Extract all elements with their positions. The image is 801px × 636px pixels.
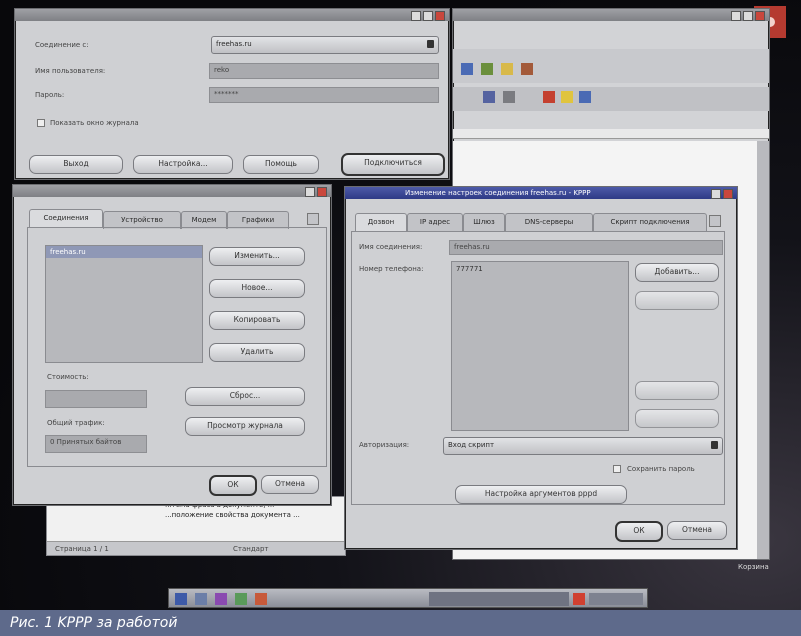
phone-number-list[interactable]: 777771 — [451, 261, 629, 431]
editor-scrollbar[interactable] — [757, 141, 769, 559]
pppd-arguments-button[interactable]: Настройка аргументов pppd — [455, 485, 627, 504]
editor-toolbar-2 — [453, 87, 769, 111]
kppp-config-window: Соединения Устройство Модем Графики free… — [12, 184, 332, 506]
trash-label: Корзина — [738, 563, 769, 571]
status-bar: Страница 1 / 1 Стандарт — [47, 541, 345, 555]
account-item[interactable]: freehas.ru — [46, 246, 202, 258]
cost-field — [45, 390, 147, 408]
auth-label: Авторизация: — [359, 441, 410, 449]
username-label: Имя пользователя: — [35, 67, 106, 75]
chevron-down-icon — [427, 40, 434, 48]
tab-dns[interactable]: DNS-серверы — [505, 213, 593, 231]
toolbar-icon[interactable] — [481, 63, 493, 75]
page-status: Страница 1 / 1 — [55, 545, 109, 553]
connect-to-label: Соединение с: — [35, 41, 89, 49]
password-field[interactable]: ******* — [209, 87, 439, 103]
ok-button[interactable]: ОК — [615, 521, 663, 542]
save-password-label: Сохранить пароль — [627, 465, 695, 473]
auth-select[interactable]: Вход скрипт — [443, 437, 723, 455]
show-log-checkbox[interactable] — [37, 119, 45, 127]
maximize-icon[interactable] — [743, 11, 753, 21]
account-list[interactable]: freehas.ru — [45, 245, 203, 363]
connection-value: freehas.ru — [216, 40, 252, 48]
connection-select[interactable]: freehas.ru — [211, 36, 439, 54]
close-icon[interactable] — [755, 11, 765, 21]
tab-dial[interactable]: Дозвон — [355, 213, 407, 231]
add-phone-button[interactable]: Добавить... — [635, 263, 719, 282]
reset-button[interactable]: Сброс... — [185, 387, 305, 406]
connection-name-field[interactable]: freehas.ru — [449, 240, 723, 255]
chevron-down-icon — [711, 441, 718, 449]
cancel-button[interactable]: Отмена — [667, 521, 727, 540]
taskbar-app-icon[interactable] — [215, 593, 227, 605]
task-list[interactable] — [429, 592, 569, 606]
edit-titlebar: Изменение настроек соединения freehas.ru… — [345, 187, 737, 199]
tab-scroll-right-icon[interactable] — [709, 215, 721, 227]
auth-value: Вход скрипт — [448, 441, 495, 449]
tab-scroll-right-icon[interactable] — [307, 213, 319, 225]
cancel-button[interactable]: Отмена — [261, 475, 319, 494]
phone-number-item[interactable]: 777771 — [452, 262, 628, 276]
toolbar-icon[interactable] — [461, 63, 473, 75]
document-text: ...положение свойства документа ... — [165, 511, 300, 519]
move-down-button[interactable] — [635, 409, 719, 428]
tab-accounts[interactable]: Соединения — [29, 209, 103, 227]
toolbar-icon[interactable] — [501, 63, 513, 75]
phone-number-label: Номер телефона: — [359, 265, 424, 273]
tray-icon[interactable] — [573, 593, 585, 605]
toolbar-icon[interactable] — [521, 63, 533, 75]
username-field[interactable]: reko — [209, 63, 439, 79]
tab-login-script[interactable]: Скрипт подключения — [593, 213, 707, 231]
minimize-icon[interactable] — [411, 11, 421, 21]
view-log-button[interactable]: Просмотр журнала — [185, 417, 305, 436]
quit-button[interactable]: Выход — [29, 155, 123, 174]
edit-account-button[interactable]: Изменить... — [209, 247, 305, 266]
connection-name-label: Имя соединения: — [359, 243, 423, 251]
close-icon[interactable] — [723, 189, 733, 199]
ruler — [453, 129, 769, 139]
toolbar-icon[interactable] — [483, 91, 495, 103]
toolbar-icon[interactable] — [503, 91, 515, 103]
taskbar-app-icon[interactable] — [195, 593, 207, 605]
ok-button[interactable]: ОК — [209, 475, 257, 496]
save-password-checkbox[interactable] — [613, 465, 621, 473]
k-menu-icon[interactable] — [175, 593, 187, 605]
delete-account-button[interactable]: Удалить — [209, 343, 305, 362]
style-status: Стандарт — [233, 545, 269, 553]
remove-phone-button[interactable] — [635, 291, 719, 310]
setup-button[interactable]: Настройка... — [133, 155, 233, 174]
minimize-icon[interactable] — [731, 11, 741, 21]
maximize-icon[interactable] — [423, 11, 433, 21]
kppp-titlebar — [15, 9, 449, 21]
traffic-label: Общий трафик: — [47, 419, 105, 427]
toolbar-icon[interactable] — [561, 91, 573, 103]
taskbar-app-icon[interactable] — [235, 593, 247, 605]
taskbar — [168, 588, 648, 608]
tab-gateway[interactable]: Шлюз — [463, 213, 505, 231]
clock — [589, 593, 643, 605]
cost-label: Стоимость: — [47, 373, 89, 381]
password-label: Пароль: — [35, 91, 65, 99]
close-icon[interactable] — [435, 11, 445, 21]
editor-titlebar — [453, 9, 769, 21]
toolbar-icon[interactable] — [579, 91, 591, 103]
connect-button[interactable]: Подключиться — [341, 153, 445, 176]
close-icon[interactable] — [317, 187, 327, 197]
kppp-main-window: Соединение с: freehas.ru Имя пользовател… — [14, 8, 450, 180]
show-log-label: Показать окно журнала — [50, 119, 139, 127]
traffic-value: 0 Принятых байтов — [45, 435, 147, 453]
editor-toolbar — [453, 49, 769, 83]
help-icon[interactable] — [305, 187, 315, 197]
move-up-button[interactable] — [635, 381, 719, 400]
help-icon[interactable] — [711, 189, 721, 199]
config-titlebar — [13, 185, 331, 197]
tab-ip[interactable]: IP адрес — [407, 213, 463, 231]
edit-account-window: Изменение настроек соединения freehas.ru… — [344, 186, 738, 550]
copy-account-button[interactable]: Копировать — [209, 311, 305, 330]
figure-caption: Рис. 1 KPPP за работой — [0, 610, 801, 636]
new-account-button[interactable]: Новое... — [209, 279, 305, 298]
help-button[interactable]: Помощь — [243, 155, 319, 174]
taskbar-app-icon[interactable] — [255, 593, 267, 605]
toolbar-icon[interactable] — [543, 91, 555, 103]
